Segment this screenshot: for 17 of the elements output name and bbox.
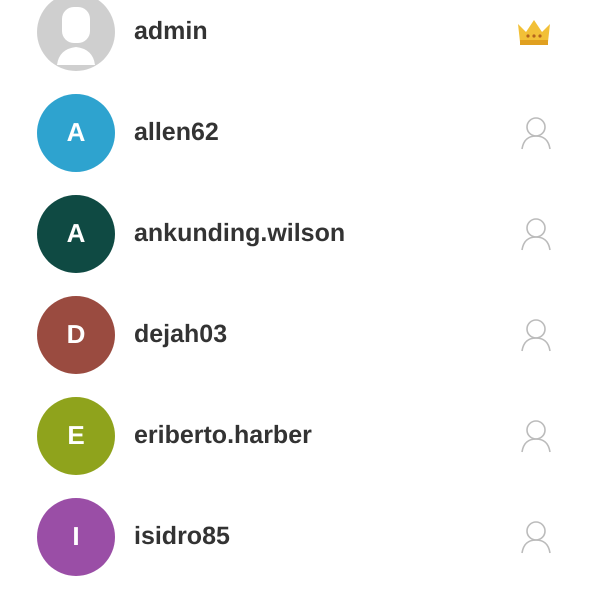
avatar: E: [37, 396, 115, 474]
person-icon: [520, 116, 552, 150]
username: ankunding.wilson: [134, 219, 346, 248]
person-icon: [520, 418, 552, 452]
username: admin: [134, 17, 209, 46]
avatar: A: [37, 94, 115, 172]
username: eriberto.harber: [134, 421, 313, 450]
username: isidro85: [134, 522, 231, 551]
avatar: D: [37, 296, 115, 374]
username: allen62: [134, 118, 220, 147]
username: dejah03: [134, 320, 228, 349]
avatar: I: [37, 498, 115, 576]
avatar: A: [37, 194, 115, 272]
person-icon: [520, 520, 552, 554]
crown-icon: [516, 18, 552, 46]
person-icon: [520, 318, 552, 352]
person-icon: [520, 216, 552, 250]
